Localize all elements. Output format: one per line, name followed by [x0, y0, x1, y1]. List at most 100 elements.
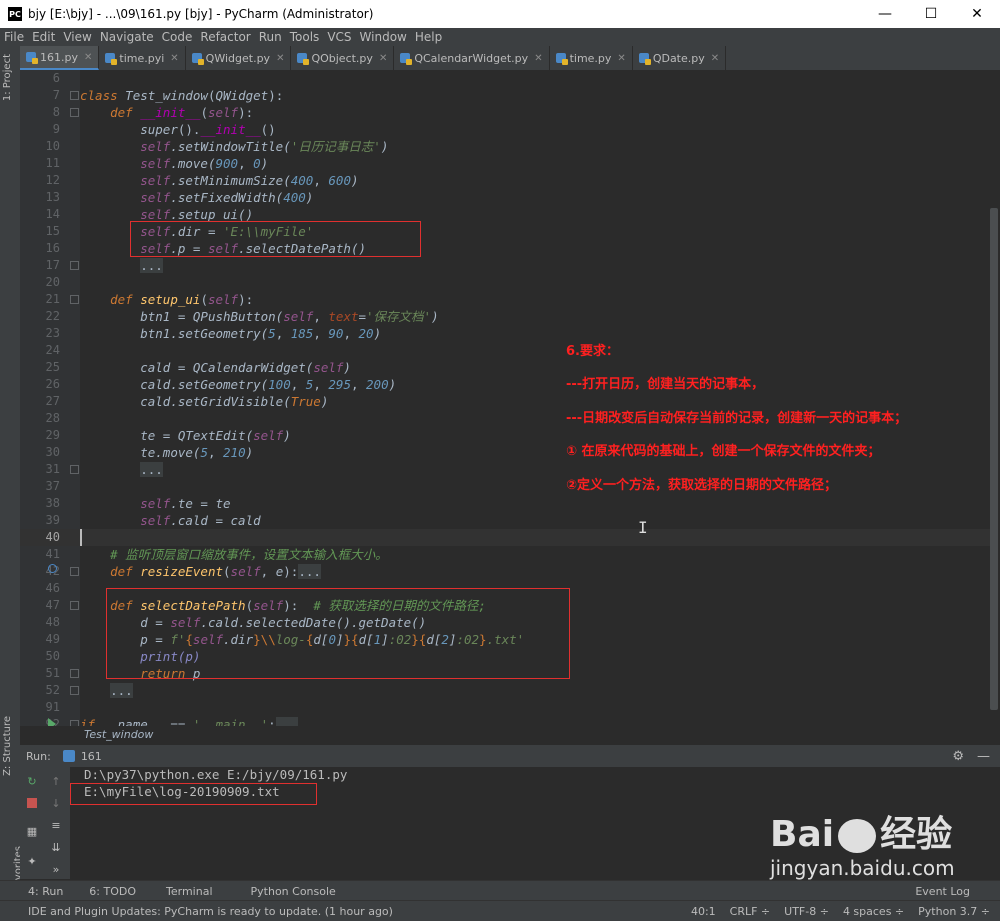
fold-icon[interactable] [70, 261, 79, 270]
code-line: self.setFixedWidth(400) [140, 190, 314, 205]
line-separator[interactable]: CRLF ÷ [730, 905, 771, 918]
run-toolbar: ↻ ↑ ↓ ≡ ▦ ⇊ ✦ » [20, 767, 70, 879]
menu-view[interactable]: View [59, 30, 95, 44]
tab-event-log[interactable]: Event Log [915, 885, 970, 898]
scroll-to-end-icon[interactable]: ⇊ [48, 839, 64, 855]
close-icon[interactable]: ✕ [534, 53, 542, 64]
run-label: Run: [26, 749, 51, 763]
stop-icon[interactable] [24, 795, 40, 811]
console-line: D:\py37\python.exe E:/bjy/09/161.py [84, 767, 348, 782]
menu-bar: File Edit View Navigate Code Refactor Ru… [0, 28, 1000, 46]
close-icon[interactable]: ✕ [170, 53, 178, 64]
tab-run[interactable]: 4: Run [28, 885, 63, 898]
code-editor[interactable]: 6 7 class Test_window(QWidget): 8 def __i… [20, 70, 1000, 742]
close-icon[interactable]: ✕ [84, 52, 92, 63]
arrow-down-icon[interactable]: ↓ [48, 795, 64, 811]
line-number: 23 [45, 326, 60, 340]
tab-qcalendarwidget-py[interactable]: QCalendarWidget.py ✕ [394, 46, 550, 70]
annotation-line: ① 在原来代码的基础上，创建一个保存文件的文件夹； [566, 444, 881, 459]
line-number: 24 [45, 343, 60, 357]
code-line: te = QTextEdit(self) [140, 428, 291, 443]
line-number: 50 [45, 649, 60, 663]
menu-window[interactable]: Window [356, 30, 411, 44]
menu-refactor[interactable]: Refactor [196, 30, 254, 44]
fold-icon[interactable] [70, 91, 79, 100]
fold-icon[interactable] [70, 686, 79, 695]
project-tool-tab[interactable]: 1: Project [2, 54, 13, 101]
close-icon[interactable]: ✕ [617, 53, 625, 64]
fold-icon[interactable] [70, 669, 79, 678]
editor-scrollbar[interactable] [990, 208, 998, 710]
fold-icon[interactable] [70, 601, 79, 610]
tab-time-pyi[interactable]: time.pyi ✕ [99, 46, 186, 70]
line-number: 25 [45, 360, 60, 374]
tab-qwidget-py[interactable]: QWidget.py ✕ [186, 46, 292, 70]
close-icon[interactable]: ✕ [379, 53, 387, 64]
tab-161-py[interactable]: 161.py ✕ [20, 46, 100, 70]
line-number: 48 [45, 615, 60, 629]
python-interpreter[interactable]: Python 3.7 ÷ [918, 905, 990, 918]
tab-qdate-py[interactable]: QDate.py ✕ [633, 46, 727, 70]
line-number: 8 [52, 105, 60, 119]
menu-file[interactable]: File [0, 30, 28, 44]
code-line: self.cald = cald [140, 513, 261, 528]
window-title: bjy [E:\bjy] - ...\09\161.py [bjy] - PyC… [28, 7, 374, 21]
minimize-button[interactable]: — [862, 0, 908, 28]
maximize-button[interactable]: ☐ [908, 0, 954, 28]
rerun-icon[interactable]: ↻ [24, 773, 40, 789]
tab-terminal[interactable]: Terminal [166, 885, 213, 898]
close-icon[interactable]: ✕ [276, 53, 284, 64]
override-method-icon[interactable] [48, 564, 57, 573]
tab-python-console[interactable]: Python Console [251, 885, 336, 898]
indent-setting[interactable]: 4 spaces ÷ [843, 905, 904, 918]
annotation-line: ②定义一个方法，获取选择的日期的文件路径； [566, 478, 838, 493]
tab-label: QWidget.py [205, 51, 271, 65]
menu-navigate[interactable]: Navigate [96, 30, 158, 44]
menu-edit[interactable]: Edit [28, 30, 59, 44]
menu-run[interactable]: Run [255, 30, 286, 44]
caret-position[interactable]: 40:1 [691, 905, 716, 918]
more-icon[interactable]: » [48, 861, 64, 877]
ibeam-cursor-icon: I [638, 518, 648, 537]
highlight-box-dir [130, 221, 421, 257]
line-number: 21 [45, 292, 60, 306]
line-number: 40 [45, 530, 60, 544]
tab-todo[interactable]: 6: TODO [89, 885, 136, 898]
breadcrumb[interactable]: Test_window [20, 726, 1000, 744]
menu-vcs[interactable]: VCS [323, 30, 355, 44]
code-line: btn1.setGeometry(5, 185, 90, 20) [140, 326, 382, 341]
menu-code[interactable]: Code [158, 30, 197, 44]
arrow-up-icon[interactable]: ↑ [48, 773, 64, 789]
fold-icon[interactable] [70, 295, 79, 304]
layout-icon[interactable]: ▦ [24, 823, 40, 839]
run-config-name[interactable]: 161 [81, 750, 102, 763]
structure-tool-tab[interactable]: Z: Structure [2, 716, 13, 776]
window-titlebar: PC bjy [E:\bjy] - ...\09\161.py [bjy] - … [0, 0, 1000, 28]
paw-icon [838, 819, 877, 853]
minimize-panel-icon[interactable]: — [977, 749, 990, 764]
file-encoding[interactable]: UTF-8 ÷ [784, 905, 829, 918]
watermark-brand: Bai [770, 814, 835, 855]
tab-label: QObject.py [311, 51, 373, 65]
line-number: 26 [45, 377, 60, 391]
fold-icon[interactable] [70, 567, 79, 576]
close-icon[interactable]: ✕ [711, 53, 719, 64]
fold-icon[interactable] [70, 108, 79, 117]
line-number: 91 [45, 700, 60, 714]
pycharm-logo-icon: PC [8, 7, 22, 21]
python-file-icon [62, 750, 75, 762]
close-button[interactable]: ✕ [954, 0, 1000, 28]
line-number: 37 [45, 479, 60, 493]
fold-icon[interactable] [70, 465, 79, 474]
tab-qobject-py[interactable]: QObject.py ✕ [291, 46, 395, 70]
soft-wrap-icon[interactable]: ≡ [48, 817, 64, 833]
gear-icon[interactable]: ⚙ [952, 749, 964, 764]
tab-time-py[interactable]: time.py ✕ [550, 46, 633, 70]
code-line: # 监听顶层窗口缩放事件，设置文本输入框大小。 [110, 547, 388, 562]
highlight-box-selectdatepath [106, 588, 570, 679]
menu-help[interactable]: Help [411, 30, 446, 44]
status-message[interactable]: IDE and Plugin Updates: PyCharm is ready… [28, 905, 393, 918]
pin-icon[interactable]: ✦ [24, 853, 40, 869]
menu-tools[interactable]: Tools [286, 30, 324, 44]
line-number: 30 [45, 445, 60, 459]
